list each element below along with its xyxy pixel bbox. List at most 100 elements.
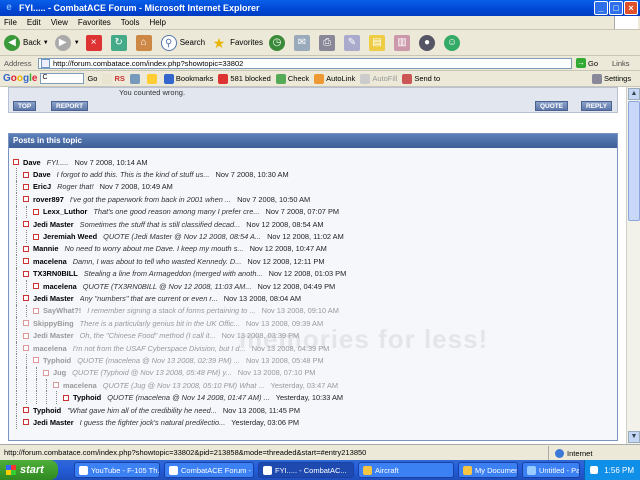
scroll-down-icon[interactable]: ▼	[628, 431, 640, 443]
print-button[interactable]: ⎙	[318, 34, 338, 51]
post-row[interactable]: Typhoid "What gave him all of the credibi…	[9, 403, 617, 417]
post-snippet[interactable]: QUOTE (TX3RN0BILL @ Nov 12 2008, 11:03 A…	[83, 282, 252, 291]
spellcheck-button[interactable]: Check	[275, 73, 309, 84]
messenger-button[interactable]: ☺	[443, 34, 463, 51]
post-author[interactable]: TX3RN0BILL	[33, 269, 78, 278]
minimize-button[interactable]: _	[594, 1, 608, 15]
post-author[interactable]: Typhoid	[33, 406, 61, 415]
google-news-button[interactable]	[129, 73, 142, 84]
task-fyi[interactable]: FYI..... - CombatAC...	[258, 462, 354, 478]
notes-button[interactable]: ▤	[368, 34, 388, 51]
post-snippet[interactable]: I've got the paperwork from back in 2001…	[70, 195, 231, 204]
post-author[interactable]: Jedi Master	[33, 418, 74, 427]
report-button[interactable]: REPORT	[51, 101, 89, 111]
post-author[interactable]: Dave	[33, 170, 51, 179]
favorites-button[interactable]: ★ Favorites	[211, 35, 263, 51]
volume-icon[interactable]	[590, 466, 599, 474]
post-author[interactable]: SkippyBing	[33, 319, 74, 328]
post-row[interactable]: Dave I forgot to add this. This is the ki…	[9, 168, 617, 181]
post-author[interactable]: SayWhat?!	[43, 306, 81, 315]
post-author[interactable]: macelena	[63, 381, 97, 390]
google-logo[interactable]: Google	[3, 73, 37, 84]
post-row[interactable]: Jedi Master Any "numbers" that are curren…	[9, 292, 617, 305]
post-author[interactable]: macelena	[33, 344, 67, 353]
post-snippet[interactable]: That's one good reason among many I pref…	[93, 207, 259, 216]
post-snippet[interactable]: QUOTE (macelena @ Nov 13 2008, 02:39 PM)…	[77, 356, 240, 365]
edit-button[interactable]: ✎	[343, 34, 363, 51]
task-aircraft[interactable]: Aircraft	[358, 462, 454, 478]
history-button[interactable]: ◷	[268, 34, 288, 51]
post-snippet[interactable]: Oh, the "Chinese Food" method (I call it…	[80, 331, 216, 340]
post-snippet[interactable]: Roger that!	[57, 182, 94, 191]
post-snippet[interactable]: Damn, I was about to tell who wasted Ken…	[73, 257, 242, 266]
forward-button[interactable]: ▶ ▼	[54, 34, 80, 51]
post-snippet[interactable]: I'm not from the USAF Cyberspace Divisio…	[73, 344, 246, 353]
back-dropdown-icon[interactable]: ▼	[43, 40, 49, 46]
task-youtube[interactable]: YouTube - F-105 Th...	[74, 462, 160, 478]
post-row[interactable]: Lexx_Luthor That's one good reason among …	[9, 205, 617, 218]
menu-help[interactable]: Help	[149, 18, 165, 27]
forward-dropdown-icon[interactable]: ▼	[74, 40, 80, 46]
post-snippet[interactable]: QUOTE (Typhoid @ Nov 13 2008, 05:48 PM) …	[72, 368, 232, 377]
post-row[interactable]: Jedi Master Sometimes the stuff that is s…	[9, 217, 617, 231]
post-snippet[interactable]: Any "numbers" that are current or even r…	[80, 294, 218, 303]
post-snippet[interactable]: QUOTE (Jug @ Nov 13 2008, 05:10 PM) What…	[103, 381, 265, 390]
task-combatace[interactable]: CombatACE Forum - ...	[164, 462, 254, 478]
menu-view[interactable]: View	[51, 18, 68, 27]
maximize-button[interactable]: □	[609, 1, 623, 15]
post-snippet[interactable]: Sometimes the stuff that is still classi…	[80, 220, 241, 229]
menu-favorites[interactable]: Favorites	[78, 18, 111, 27]
post-author[interactable]: Typhoid	[43, 356, 71, 365]
post-snippet[interactable]: I guess the fighter jock's natural predi…	[80, 418, 226, 427]
post-row[interactable]: Jeremiah Weed QUOTE (Jedi Master @ Nov 12…	[9, 230, 617, 243]
scroll-up-icon[interactable]: ▲	[628, 88, 640, 100]
reply-button[interactable]: REPLY	[581, 101, 613, 111]
post-author[interactable]: Jedi Master	[33, 331, 74, 340]
task-paint[interactable]: Untitled - Paint	[522, 462, 580, 478]
post-row[interactable]: macelena QUOTE (Jug @ Nov 13 2008, 05:10 …	[9, 379, 617, 392]
popup-blocker-button[interactable]: 581 blocked	[218, 73, 271, 84]
post-author[interactable]: EricJ	[33, 182, 51, 191]
post-row[interactable]: SayWhat?! I remember signing a stack of f…	[9, 304, 617, 318]
post-author[interactable]: rover897	[33, 195, 64, 204]
discuss-button[interactable]: ●	[418, 34, 438, 51]
google-go-button[interactable]: Go	[87, 74, 97, 83]
google-rs-button[interactable]: RS	[102, 73, 125, 84]
post-snippet[interactable]: I remember signing a stack of forms pert…	[87, 306, 255, 315]
google-search-input[interactable]: C	[40, 73, 85, 84]
menu-file[interactable]: File	[4, 18, 17, 27]
search-button[interactable]: ⚲ Search	[160, 34, 205, 51]
post-snippet[interactable]: There is a particularly genius bit in th…	[80, 319, 240, 328]
home-button[interactable]: ⌂	[135, 34, 155, 51]
back-button[interactable]: ◀ Back ▼	[4, 34, 49, 51]
post-author[interactable]: macelena	[33, 257, 67, 266]
post-author[interactable]: macelena	[43, 282, 77, 291]
post-author[interactable]: Dave	[23, 158, 41, 167]
post-row[interactable]: Jedi Master I guess the fighter jock's na…	[9, 416, 617, 429]
post-row[interactable]: TX3RN0BILL Stealing a line from Armageddo…	[9, 267, 617, 280]
post-row[interactable]: Jug QUOTE (Typhoid @ Nov 13 2008, 05:48 P…	[9, 366, 617, 380]
post-row[interactable]: Typhoid QUOTE (macelena @ Nov 14 2008, 01…	[9, 391, 617, 404]
post-row[interactable]: SkippyBing There is a particularly genius…	[9, 317, 617, 330]
autolink-button[interactable]: AutoLink	[314, 73, 355, 84]
quote-button[interactable]: QUOTE	[535, 101, 569, 111]
menu-edit[interactable]: Edit	[27, 18, 41, 27]
sendto-button[interactable]: Send to	[402, 73, 440, 84]
post-row[interactable]: EricJ Roger that! Nov 7 2008, 10:49 AM	[9, 180, 617, 194]
post-row[interactable]: macelena I'm not from the USAF Cyberspace…	[9, 341, 617, 355]
bookmarks-button[interactable]: Bookmarks	[163, 73, 213, 84]
mail-button[interactable]: ✉	[293, 34, 313, 51]
post-author[interactable]: Jeremiah Weed	[43, 232, 97, 241]
post-snippet[interactable]: FYI.....	[47, 158, 69, 167]
settings-button[interactable]: Settings	[592, 73, 631, 84]
post-snippet[interactable]: QUOTE (macelena @ Nov 14 2008, 01:47 AM)…	[107, 393, 270, 402]
post-row[interactable]: rover897 I've got the paperwork from back…	[9, 193, 617, 206]
vertical-scrollbar[interactable]: ▲ ▼	[626, 87, 640, 444]
task-my-documents[interactable]: My Documents	[458, 462, 518, 478]
go-button[interactable]: → Go	[576, 58, 598, 68]
post-row[interactable]: Jedi Master Oh, the "Chinese Food" method…	[9, 329, 617, 342]
menu-tools[interactable]: Tools	[121, 18, 140, 27]
post-snippet[interactable]: "What gave him all of the credibility he…	[67, 406, 217, 415]
scroll-thumb[interactable]	[628, 101, 640, 221]
address-input[interactable]: http://forum.combatace.com/index.php?sho…	[38, 58, 572, 69]
